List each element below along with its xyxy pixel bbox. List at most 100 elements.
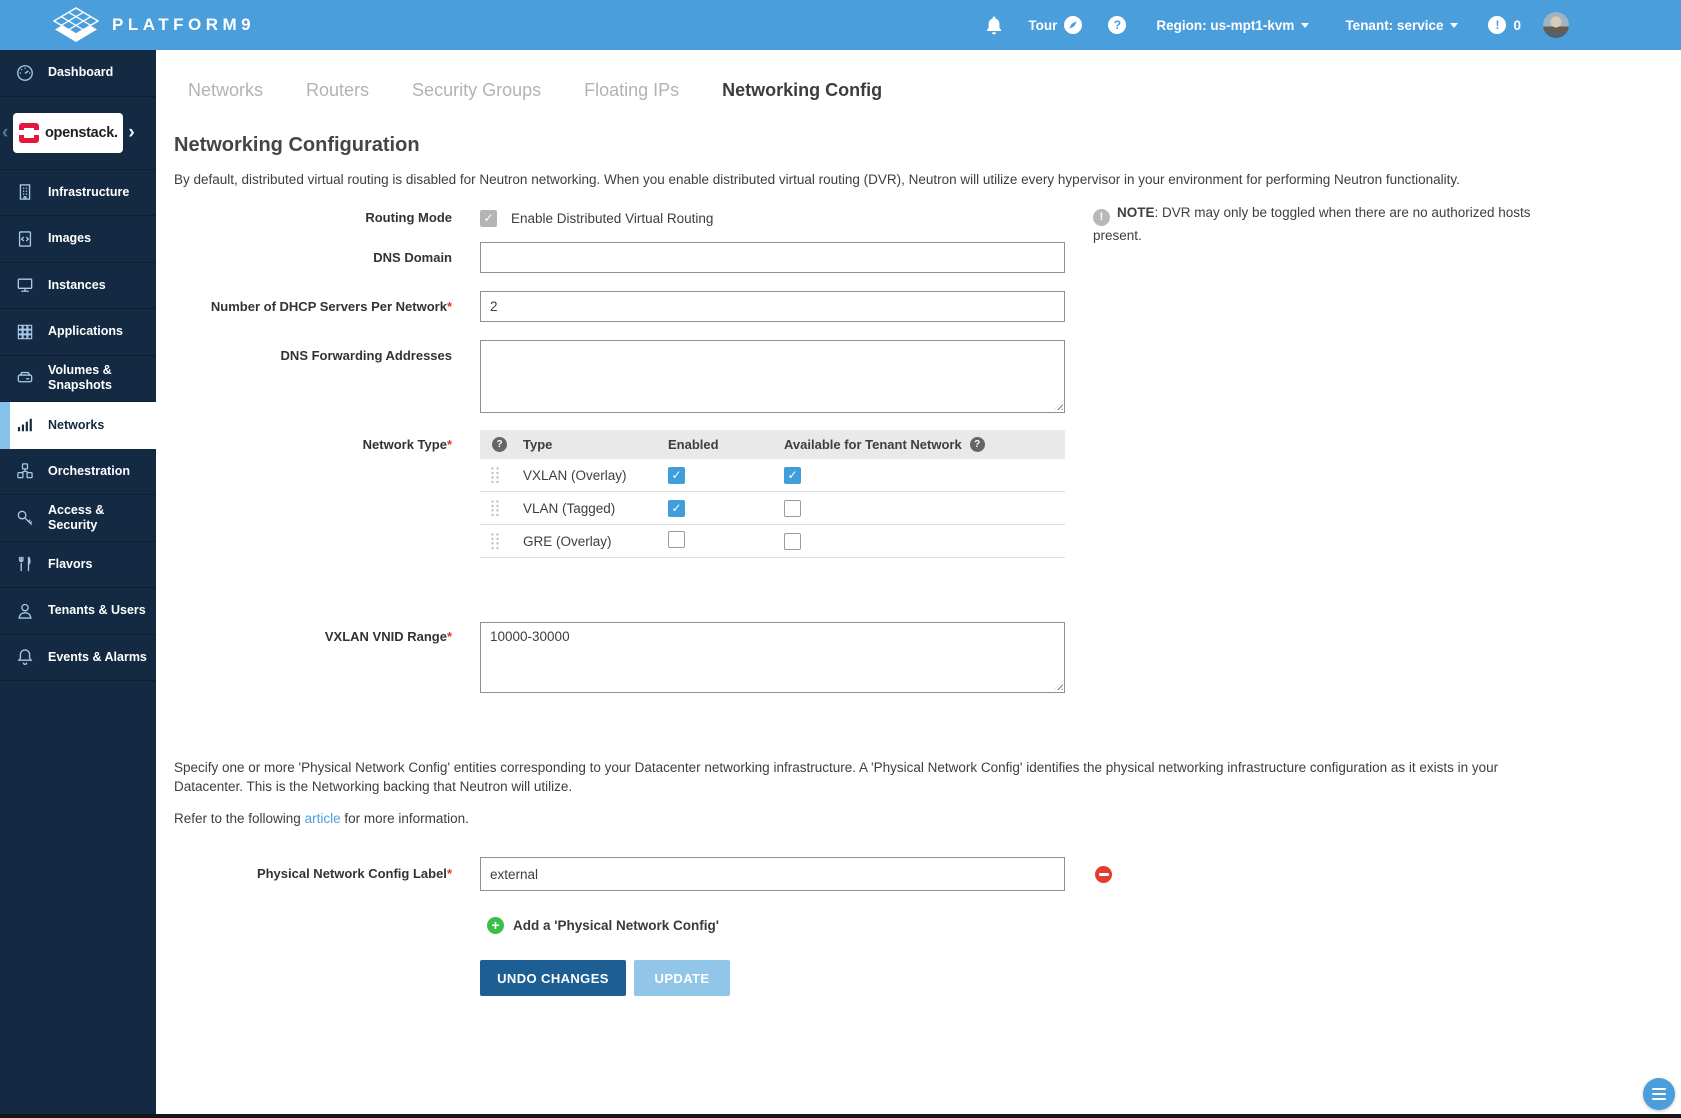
sidebar-item-dashboard[interactable]: Dashboard [0, 50, 156, 97]
network-type-name: VLAN (Tagged) [523, 501, 668, 516]
physical-config-label: Physical Network Config Label* [174, 866, 480, 882]
drag-handle-icon[interactable] [490, 466, 500, 485]
add-icon [487, 917, 504, 934]
network-type-row-gre-overlay: GRE (Overlay) [480, 525, 1065, 558]
sidebar-item-label: Networks [48, 418, 104, 433]
chevron-down-icon [1301, 23, 1309, 28]
tour-button[interactable]: Tour [1028, 16, 1082, 34]
column-type: Type [523, 437, 668, 452]
column-enabled: Enabled [668, 437, 784, 452]
vnid-range-textarea[interactable]: 10000-30000 [480, 622, 1065, 693]
exclamation-icon: ! [1488, 16, 1506, 34]
drag-handle-icon[interactable] [490, 499, 500, 518]
tab-networks[interactable]: Networks [188, 80, 263, 104]
sidebar-item-flavors[interactable]: Flavors [0, 542, 156, 589]
dns-forwarding-textarea[interactable] [480, 340, 1065, 413]
dhcp-servers-input[interactable] [480, 291, 1065, 322]
sidebar-item-orchestration[interactable]: Orchestration [0, 449, 156, 496]
dvr-note: NOTE: DVR may only be toggled when there… [1093, 203, 1541, 245]
intro-text: By default, distributed virtual routing … [174, 170, 1464, 189]
network-type-header: Type Enabled Available for Tenant Networ… [480, 430, 1065, 459]
vlan-tagged-enabled-checkbox[interactable] [668, 500, 685, 517]
openstack-selector[interactable]: openstack. [13, 113, 123, 153]
sidebar-item-label: Instances [48, 278, 106, 293]
undo-changes-button[interactable]: UNDO CHANGES [480, 960, 626, 996]
help-icon[interactable]: ? [1108, 16, 1126, 34]
sidebar-item-label: Events & Alarms [48, 650, 147, 665]
sidebar-item-events-alarms[interactable]: Events & Alarms [0, 635, 156, 682]
tenants-icon [14, 600, 36, 622]
volumes-icon [14, 367, 36, 389]
openstack-logo-icon [19, 123, 39, 143]
drag-handle-icon[interactable] [490, 532, 500, 551]
window-bottom-edge [0, 1114, 1681, 1118]
update-button[interactable]: UPDATE [634, 960, 730, 996]
tab-security-groups[interactable]: Security Groups [412, 80, 541, 104]
images-icon [14, 228, 36, 250]
dashboard-icon [14, 62, 36, 84]
tour-label: Tour [1028, 18, 1057, 33]
dvr-checkbox[interactable] [480, 210, 497, 227]
network-type-name: GRE (Overlay) [523, 534, 668, 549]
tab-floating-ips[interactable]: Floating IPs [584, 80, 679, 104]
vxlan-overlay-enabled-checkbox[interactable] [668, 467, 685, 484]
infrastructure-icon [14, 181, 36, 203]
access-icon [14, 507, 36, 529]
instances-icon [14, 274, 36, 296]
network-type-table: Type Enabled Available for Tenant Networ… [480, 430, 1065, 558]
tab-bar: Networks Routers Security Groups Floating I… [188, 80, 1681, 104]
help-icon[interactable] [492, 437, 507, 452]
sidebar-item-label: Volumes & Snapshots [48, 363, 156, 393]
flavors-icon [14, 553, 36, 575]
dns-domain-label: DNS Domain [174, 250, 480, 266]
tab-routers[interactable]: Routers [306, 80, 369, 104]
refer-line: Refer to the following article for more … [174, 811, 1681, 826]
note-text: : DVR may only be toggled when there are… [1093, 205, 1531, 243]
app-window: PLATFORM9 Tour ? Region: us-mpt1-kvm Ten… [0, 0, 1681, 1118]
quick-menu-button[interactable] [1643, 1078, 1675, 1110]
vxlan-overlay-tenant-checkbox[interactable] [784, 467, 801, 484]
vlan-tagged-tenant-checkbox[interactable] [784, 500, 801, 517]
tenant-selector[interactable]: Tenant: service [1345, 18, 1458, 33]
sidebar-item-label: Applications [48, 324, 123, 339]
cloud-selector: openstack. [0, 97, 156, 170]
sidebar-item-label: Orchestration [48, 464, 130, 479]
sidebar-item-instances[interactable]: Instances [0, 263, 156, 310]
gre-overlay-enabled-checkbox[interactable] [668, 531, 685, 548]
notifications-bell-icon[interactable] [986, 16, 1002, 35]
tab-networking-config[interactable]: Networking Config [722, 80, 882, 104]
vnid-range-label: VXLAN VNID Range* [174, 622, 480, 645]
region-selector[interactable]: Region: us-mpt1-kvm [1156, 18, 1309, 33]
networks-icon [14, 414, 36, 436]
sidebar-item-volumes-snapshots[interactable]: Volumes & Snapshots [0, 356, 156, 403]
user-avatar[interactable] [1543, 12, 1569, 38]
add-physical-config-button[interactable]: Add a 'Physical Network Config' [487, 917, 1681, 934]
column-tenant: Available for Tenant Network [784, 437, 962, 452]
note-title: NOTE [1117, 205, 1155, 220]
sidebar-item-access-security[interactable]: Access & Security [0, 495, 156, 542]
platform9-logo[interactable]: PLATFORM9 [53, 7, 255, 44]
platform9-logo-icon [53, 7, 99, 44]
chevron-down-icon [1450, 23, 1458, 28]
chevron-right-icon[interactable] [126, 123, 136, 142]
page-title: Networking Configuration [174, 134, 1681, 157]
sidebar-item-applications[interactable]: Applications [0, 309, 156, 356]
remove-config-icon[interactable] [1095, 866, 1112, 883]
help-icon[interactable] [970, 437, 985, 452]
alerts-indicator[interactable]: ! 0 [1488, 16, 1521, 34]
sidebar-item-infrastructure[interactable]: Infrastructure [0, 170, 156, 217]
main-content: Networks Routers Security Groups Floating I… [156, 50, 1681, 1118]
sidebar: Dashboard openstack. InfrastructureImage… [0, 50, 156, 1118]
article-link[interactable]: article [305, 811, 341, 826]
sidebar-item-networks[interactable]: Networks [0, 402, 156, 449]
gre-overlay-tenant-checkbox[interactable] [784, 533, 801, 550]
physical-config-input[interactable] [480, 857, 1065, 891]
sidebar-item-images[interactable]: Images [0, 216, 156, 263]
info-icon [1093, 209, 1110, 226]
network-type-name: VXLAN (Overlay) [523, 468, 668, 483]
routing-mode-label: Routing Mode [174, 210, 480, 226]
sidebar-item-tenants-users[interactable]: Tenants & Users [0, 588, 156, 635]
dns-domain-input[interactable] [480, 242, 1065, 273]
applications-icon [14, 321, 36, 343]
chevron-left-icon[interactable] [0, 123, 10, 142]
